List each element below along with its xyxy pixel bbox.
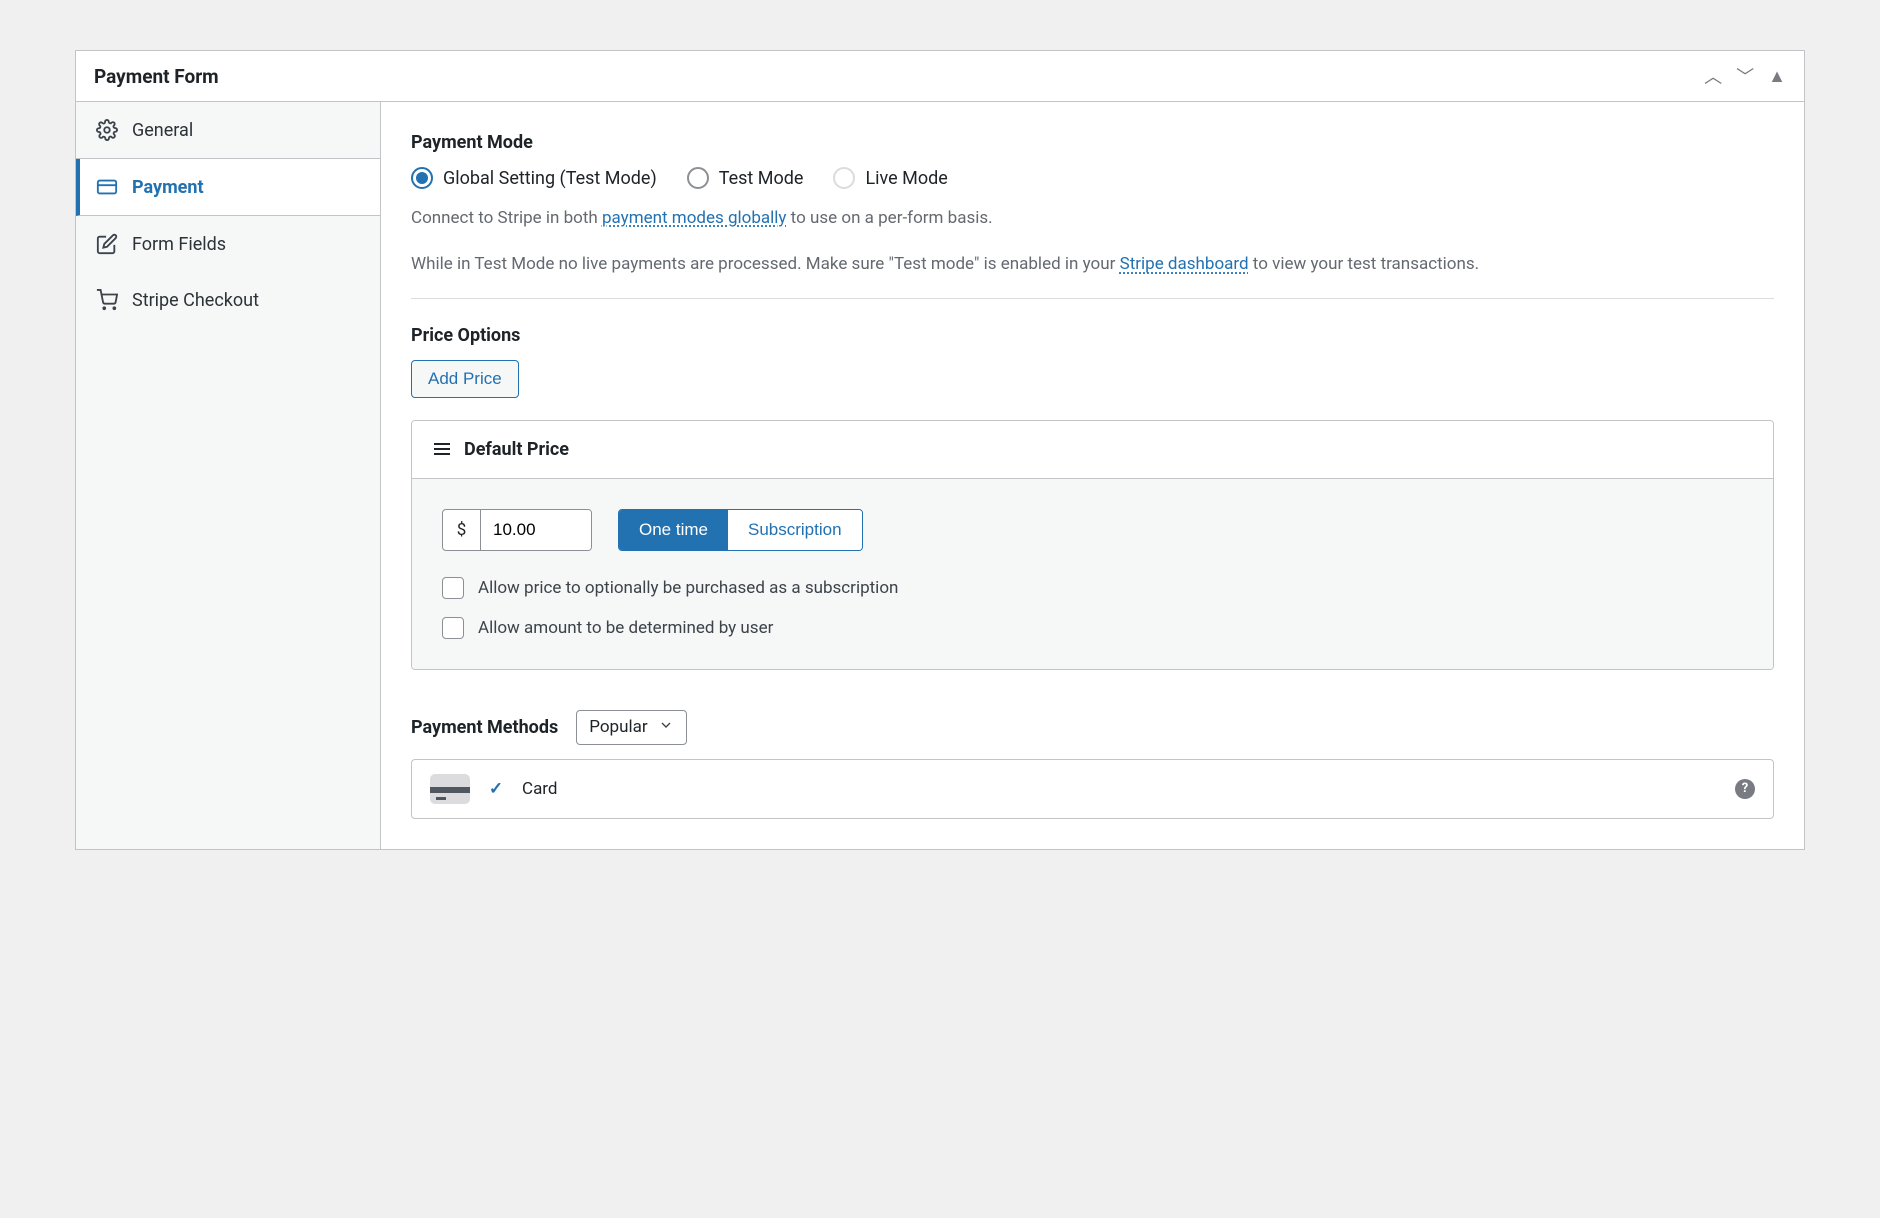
select-value: Popular bbox=[589, 717, 647, 737]
metabox-header: Payment Form ︿ ﹀ ▲ bbox=[76, 51, 1804, 102]
toggle-subscription[interactable]: Subscription bbox=[728, 510, 862, 550]
payment-methods-header: Payment Methods Popular bbox=[411, 710, 1774, 745]
sidebar-item-form-fields[interactable]: Form Fields bbox=[76, 216, 380, 272]
chevron-up-icon[interactable]: ︿ bbox=[1704, 63, 1722, 89]
edit-icon bbox=[96, 233, 118, 255]
price-amount-input[interactable] bbox=[481, 510, 591, 550]
divider bbox=[411, 298, 1774, 299]
checkbox-label: Allow amount to be determined by user bbox=[478, 618, 773, 638]
checkbox-user-amount[interactable]: Allow amount to be determined by user bbox=[442, 617, 1743, 639]
metabox-controls: ︿ ﹀ ▲ bbox=[1704, 63, 1786, 89]
price-panel-title: Default Price bbox=[464, 439, 569, 460]
radio-icon bbox=[687, 167, 709, 189]
radio-label: Global Setting (Test Mode) bbox=[443, 168, 657, 189]
checkbox-optional-subscription[interactable]: Allow price to optionally be purchased a… bbox=[442, 577, 1743, 599]
radio-live-mode[interactable]: Live Mode bbox=[833, 167, 947, 189]
content-panel: Payment Mode Global Setting (Test Mode) … bbox=[381, 102, 1804, 849]
payment-methods-heading: Payment Methods bbox=[411, 717, 558, 738]
price-type-toggle: One time Subscription bbox=[618, 509, 863, 551]
radio-test-mode[interactable]: Test Mode bbox=[687, 167, 804, 189]
payment-modes-globally-link[interactable]: payment modes globally bbox=[602, 208, 786, 228]
sidebar-item-general[interactable]: General bbox=[76, 102, 380, 159]
sidebar-item-stripe-checkout[interactable]: Stripe Checkout bbox=[76, 272, 380, 328]
radio-label: Test Mode bbox=[719, 168, 804, 189]
help-icon[interactable]: ? bbox=[1735, 779, 1755, 799]
radio-icon bbox=[411, 167, 433, 189]
metabox-title: Payment Form bbox=[94, 65, 219, 88]
payment-methods-filter-select[interactable]: Popular bbox=[576, 710, 686, 745]
payment-mode-radio-group: Global Setting (Test Mode) Test Mode Liv… bbox=[411, 167, 1774, 189]
sidebar-item-label: Payment bbox=[132, 177, 204, 198]
card-brand-icon bbox=[430, 774, 470, 804]
gear-icon bbox=[96, 119, 118, 141]
price-amount-input-group: $ bbox=[442, 509, 592, 551]
sidebar-item-label: General bbox=[132, 120, 193, 141]
payment-methods-list: ✓ Card ? bbox=[411, 759, 1774, 819]
price-amount-row: $ One time Subscription bbox=[442, 509, 1743, 551]
price-panel-header[interactable]: Default Price bbox=[412, 421, 1773, 479]
payment-form-metabox: Payment Form ︿ ﹀ ▲ General Payment bbox=[75, 50, 1805, 850]
radio-global-setting[interactable]: Global Setting (Test Mode) bbox=[411, 167, 657, 189]
currency-symbol: $ bbox=[443, 510, 481, 550]
add-price-button[interactable]: Add Price bbox=[411, 360, 519, 398]
payment-mode-help-1: Connect to Stripe in both payment modes … bbox=[411, 205, 1774, 231]
default-price-panel: Default Price $ One time Subscription bbox=[411, 420, 1774, 670]
triangle-up-icon[interactable]: ▲ bbox=[1768, 66, 1786, 87]
payment-mode-help-2: While in Test Mode no live payments are … bbox=[411, 251, 1774, 277]
drag-handle-icon[interactable] bbox=[434, 443, 450, 455]
stripe-dashboard-link[interactable]: Stripe dashboard bbox=[1120, 254, 1249, 274]
radio-icon bbox=[833, 167, 855, 189]
check-icon: ✓ bbox=[486, 779, 506, 799]
chevron-down-icon bbox=[658, 717, 674, 738]
metabox-body: General Payment Form Fields Stripe Check… bbox=[76, 102, 1804, 849]
sidebar-item-payment[interactable]: Payment bbox=[76, 159, 380, 216]
credit-card-icon bbox=[96, 176, 118, 198]
payment-method-label: Card bbox=[522, 779, 558, 799]
sidebar: General Payment Form Fields Stripe Check… bbox=[76, 102, 381, 849]
payment-method-card[interactable]: ✓ Card ? bbox=[412, 760, 1773, 818]
payment-mode-heading: Payment Mode bbox=[411, 132, 1774, 153]
checkbox-label: Allow price to optionally be purchased a… bbox=[478, 578, 898, 598]
sidebar-item-label: Stripe Checkout bbox=[132, 290, 259, 311]
toggle-one-time[interactable]: One time bbox=[619, 510, 728, 550]
checkbox-icon bbox=[442, 577, 464, 599]
chevron-down-icon[interactable]: ﹀ bbox=[1736, 63, 1754, 89]
checkbox-icon bbox=[442, 617, 464, 639]
cart-icon bbox=[96, 289, 118, 311]
radio-label: Live Mode bbox=[865, 168, 947, 189]
sidebar-item-label: Form Fields bbox=[132, 234, 226, 255]
price-options-heading: Price Options bbox=[411, 325, 1774, 346]
price-panel-body: $ One time Subscription Allow price to o… bbox=[412, 479, 1773, 669]
